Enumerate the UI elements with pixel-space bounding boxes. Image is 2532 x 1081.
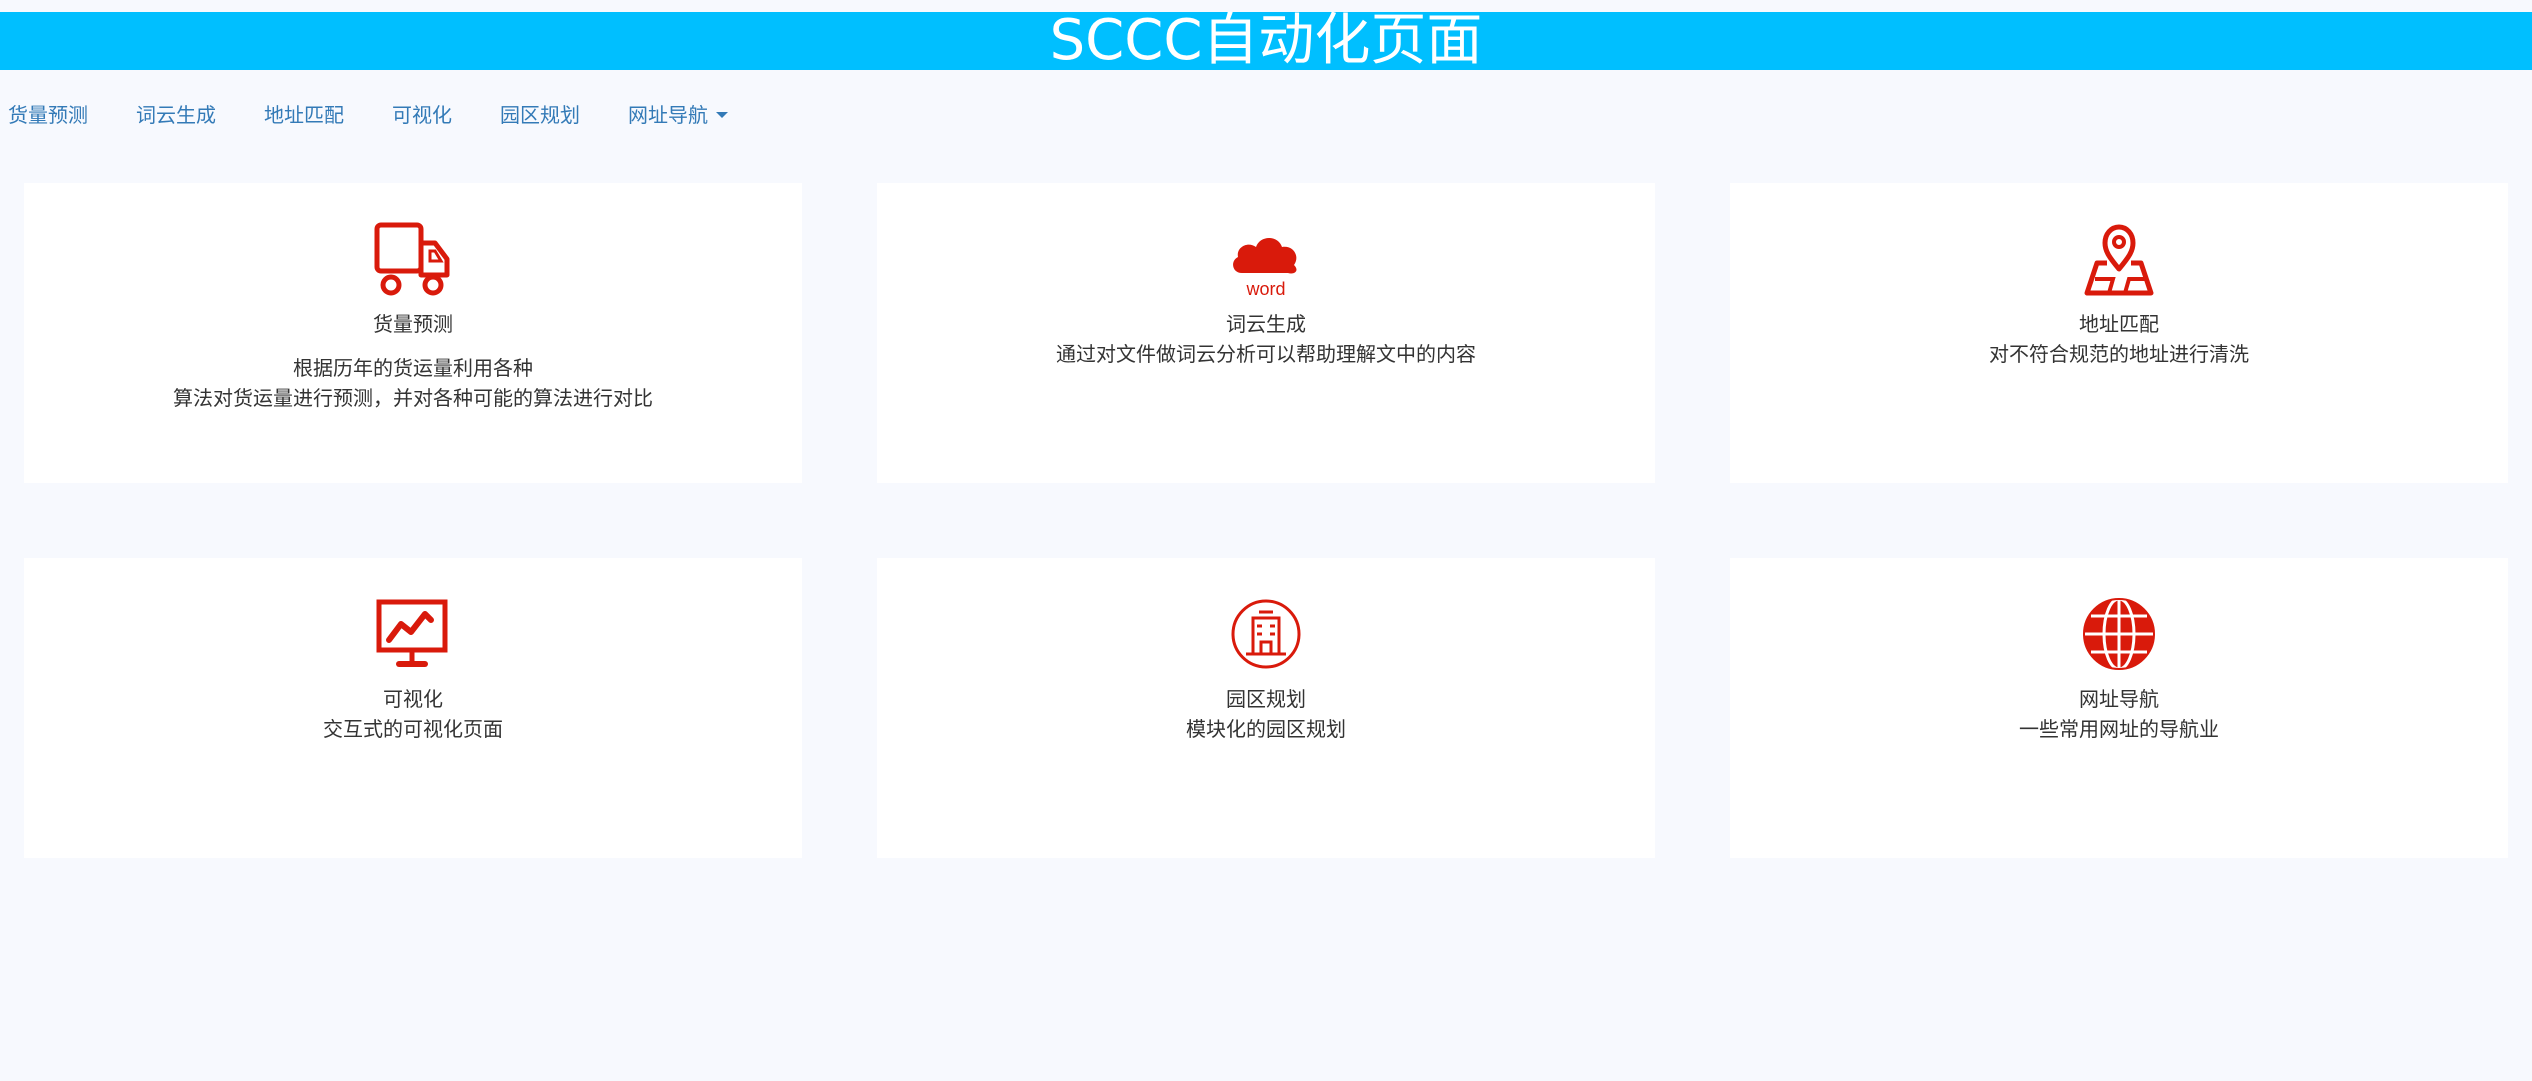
card-wordcloud[interactable]: word 词云生成 通过对文件做词云分析可以帮助理解文中的内容: [877, 183, 1655, 483]
card-title: 网址导航: [2079, 687, 2159, 711]
truck-icon: [24, 219, 802, 299]
page-header: SCCC自动化页面: [0, 12, 2532, 70]
card-forecast[interactable]: 货量预测 根据历年的货运量利用各种 算法对货运量进行预测，并对各种可能的算法进行…: [24, 183, 802, 483]
caret-down-icon: [716, 112, 728, 118]
card-title: 货量预测: [373, 312, 453, 336]
globe-icon: [1730, 594, 2508, 674]
card-title: 可视化: [383, 687, 443, 711]
card-park[interactable]: 园区规划 模块化的园区规划: [877, 558, 1655, 858]
card-links[interactable]: 网址导航 一些常用网址的导航业: [1730, 558, 2508, 858]
card-title: 地址匹配: [2079, 312, 2159, 336]
nav-item-links-dropdown[interactable]: 网址导航: [604, 88, 752, 142]
nav-bar: 货量预测 词云生成 地址匹配 可视化 园区规划 网址导航: [0, 88, 752, 142]
card-description: 通过对文件做词云分析可以帮助理解文中的内容: [1056, 342, 1476, 366]
card-description: 根据历年的货运量利用各种: [293, 356, 533, 380]
card-title: 词云生成: [1226, 312, 1306, 336]
card-description-line2: 算法对货运量进行预测，并对各种可能的算法进行对比: [173, 386, 653, 410]
card-visualization[interactable]: 可视化 交互式的可视化页面: [24, 558, 802, 858]
word-cloud-icon: word: [877, 219, 1655, 299]
building-icon: [877, 594, 1655, 674]
nav-item-links-label: 网址导航: [628, 103, 708, 127]
card-description: 交互式的可视化页面: [323, 717, 503, 741]
word-cloud-icon-label: word: [1245, 279, 1285, 299]
card-description: 对不符合规范的地址进行清洗: [1989, 342, 2249, 366]
nav-item-visualization[interactable]: 可视化: [368, 88, 476, 142]
card-address[interactable]: 地址匹配 对不符合规范的地址进行清洗: [1730, 183, 2508, 483]
nav-item-wordcloud[interactable]: 词云生成: [112, 88, 240, 142]
nav-item-forecast[interactable]: 货量预测: [0, 88, 112, 142]
page-title: SCCC自动化页面: [1049, 8, 1483, 73]
nav-item-park[interactable]: 园区规划: [476, 88, 604, 142]
monitor-chart-icon: [24, 594, 802, 674]
nav-item-address[interactable]: 地址匹配: [240, 88, 368, 142]
card-description: 模块化的园区规划: [1186, 717, 1346, 741]
map-pin-icon: [1730, 219, 2508, 299]
card-description: 一些常用网址的导航业: [2019, 717, 2219, 741]
card-title: 园区规划: [1226, 687, 1306, 711]
